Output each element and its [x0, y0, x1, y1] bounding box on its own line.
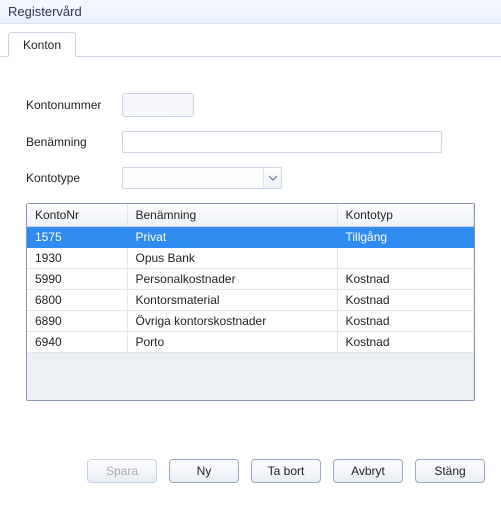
cell-kontotyp: Tillgång: [337, 227, 474, 248]
benamning-input[interactable]: [122, 131, 442, 153]
kontotype-label: Kontotype: [26, 171, 122, 185]
avbryt-button[interactable]: Avbryt: [333, 459, 403, 483]
kontotype-select[interactable]: [122, 167, 282, 189]
table-empty-area: [27, 353, 474, 401]
table-header-row: KontoNr Benämning Kontotyp: [27, 204, 474, 227]
form-area: Kontonummer Benämning Kontotype KontoNr: [16, 67, 485, 411]
cell-kontotyp: Kostnad: [337, 290, 474, 311]
cell-benamning: Personalkostnader: [127, 269, 337, 290]
row-kontonummer: Kontonummer: [26, 93, 475, 117]
tab-konton[interactable]: Konton: [8, 32, 76, 57]
cell-benamning: Övriga kontorskostnader: [127, 311, 337, 332]
col-header-kontotyp[interactable]: Kontotyp: [337, 204, 474, 227]
cell-kontonr: 6940: [27, 332, 127, 353]
cell-benamning: Privat: [127, 227, 337, 248]
table-row[interactable]: 6890Övriga kontorskostnaderKostnad: [27, 311, 474, 332]
kontonummer-field[interactable]: [122, 93, 194, 117]
cell-benamning: Kontorsmaterial: [127, 290, 337, 311]
cell-benamning: Opus Bank: [127, 248, 337, 269]
cell-kontonr: 6890: [27, 311, 127, 332]
tab-panel: Kontonummer Benämning Kontotype KontoNr: [0, 57, 501, 427]
cell-kontotyp: [337, 248, 474, 269]
kontotype-input[interactable]: [122, 167, 282, 189]
tab-strip: Konton: [0, 24, 501, 57]
button-bar: Spara Ny Ta bort Avbryt Stäng: [0, 445, 501, 493]
row-kontotype: Kontotype: [26, 167, 475, 189]
cell-benamning: Porto: [127, 332, 337, 353]
spara-button[interactable]: Spara: [87, 459, 157, 483]
row-benamning: Benämning: [26, 131, 475, 153]
table-row[interactable]: 5990PersonalkostnaderKostnad: [27, 269, 474, 290]
accounts-table[interactable]: KontoNr Benämning Kontotyp 1575PrivatTil…: [27, 204, 474, 353]
stang-button[interactable]: Stäng: [415, 459, 485, 483]
benamning-label: Benämning: [26, 135, 122, 149]
cell-kontonr: 6800: [27, 290, 127, 311]
table-row[interactable]: 1575PrivatTillgång: [27, 227, 474, 248]
window-title: Registervård: [0, 0, 501, 24]
table-row[interactable]: 6800KontorsmaterialKostnad: [27, 290, 474, 311]
cell-kontotyp: Kostnad: [337, 311, 474, 332]
kontonummer-label: Kontonummer: [26, 98, 122, 112]
tabort-button[interactable]: Ta bort: [251, 459, 321, 483]
col-header-kontonr[interactable]: KontoNr: [27, 204, 127, 227]
cell-kontonr: 5990: [27, 269, 127, 290]
chevron-down-icon[interactable]: [263, 168, 281, 188]
table-row[interactable]: 6940PortoKostnad: [27, 332, 474, 353]
col-header-benamning[interactable]: Benämning: [127, 204, 337, 227]
cell-kontonr: 1930: [27, 248, 127, 269]
cell-kontotyp: Kostnad: [337, 269, 474, 290]
cell-kontotyp: Kostnad: [337, 332, 474, 353]
table-row[interactable]: 1930Opus Bank: [27, 248, 474, 269]
cell-kontonr: 1575: [27, 227, 127, 248]
ny-button[interactable]: Ny: [169, 459, 239, 483]
accounts-table-container: KontoNr Benämning Kontotyp 1575PrivatTil…: [26, 203, 475, 401]
